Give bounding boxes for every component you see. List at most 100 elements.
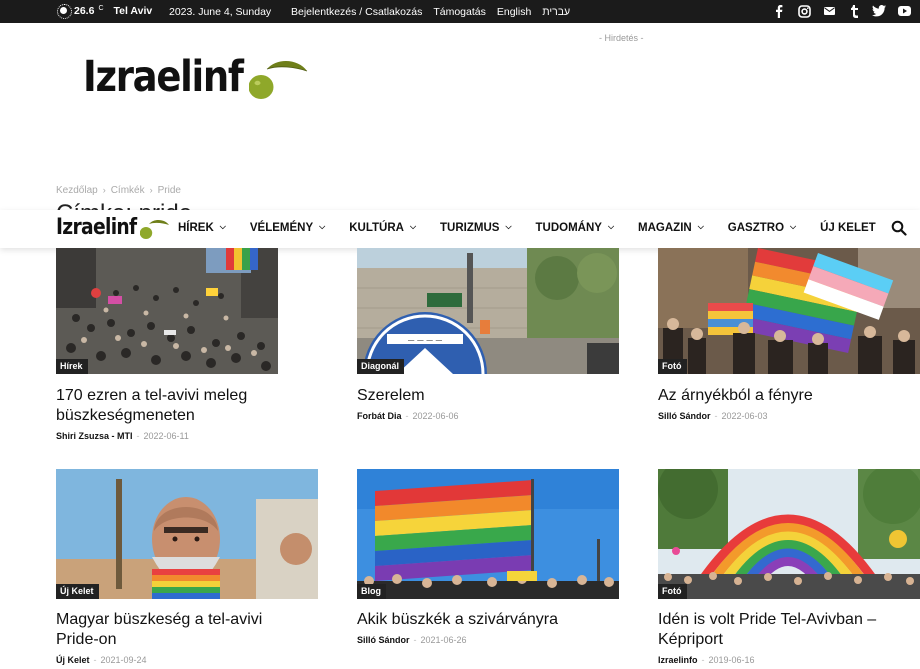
- nav-label: TURIZMUS: [440, 222, 500, 234]
- meta-separator: -: [701, 655, 705, 665]
- nav-label: MAGAZIN: [638, 222, 692, 234]
- logo-text: Izraelinf: [83, 52, 244, 102]
- breadcrumb-tags[interactable]: Címkék: [111, 185, 145, 196]
- weather-widget: 26.6 C Tel Aviv: [57, 4, 153, 19]
- facebook-icon[interactable]: [771, 3, 787, 19]
- english-link[interactable]: English: [497, 6, 531, 18]
- category-badge[interactable]: Diagonál: [357, 359, 405, 374]
- chevron-down-icon: ⌵: [319, 222, 326, 231]
- hebrew-link[interactable]: עברית: [542, 6, 570, 18]
- search-icon[interactable]: [891, 220, 907, 236]
- nav-item-hirek[interactable]: HÍREK ⌵: [178, 222, 226, 234]
- category-badge[interactable]: Hírek: [56, 359, 88, 374]
- nav-menu: HÍREK ⌵ VÉLEMÉNY ⌵ KULTÚRA ⌵ TURIZMUS ⌵ TUDO…: [178, 222, 900, 234]
- article-meta: Silló Sándor -2021-06-26: [357, 635, 467, 645]
- top-links: Bejelentkezés / Csatlakozás Támogatás En…: [291, 6, 570, 18]
- article-author[interactable]: Shiri Zsuzsa - MTI: [56, 431, 133, 441]
- nav-item-gasztro[interactable]: GASZTRO ⌵: [728, 222, 796, 234]
- weather-temperature: 26.6: [74, 4, 95, 17]
- nav-item-kultura[interactable]: KULTÚRA ⌵: [349, 222, 416, 234]
- article-author[interactable]: Silló Sándor: [357, 635, 410, 645]
- article-title[interactable]: Idén is volt Pride Tel-Avivban – Képripo…: [658, 610, 908, 650]
- category-badge[interactable]: Fotó: [658, 359, 687, 374]
- article-meta: Új Kelet -2021-09-24: [56, 655, 147, 665]
- article-date: 2021-09-24: [100, 655, 147, 665]
- article-author[interactable]: Silló Sándor: [658, 411, 711, 421]
- article-date: 2019-06-16: [708, 655, 755, 665]
- article-title[interactable]: Szerelem: [357, 386, 619, 406]
- nav-logo[interactable]: Izraelinf: [56, 215, 170, 240]
- tumblr-icon[interactable]: [846, 3, 862, 19]
- article-meta: Izraelinfo -2019-06-16: [658, 655, 755, 665]
- nav-label: KULTÚRA: [349, 222, 404, 234]
- article-author[interactable]: Új Kelet: [56, 655, 90, 665]
- article-thumbnail[interactable]: Blog: [357, 469, 619, 599]
- meta-separator: -: [714, 411, 718, 421]
- meta-separator: -: [413, 635, 417, 645]
- article-meta: Silló Sándor -2022-06-03: [658, 411, 768, 421]
- svg-text:— — — —: — — — —: [408, 336, 443, 344]
- twitter-icon[interactable]: [871, 3, 887, 19]
- nav-item-tudomany[interactable]: TUDOMÁNY ⌵: [536, 222, 615, 234]
- breadcrumb: Kezdőlap › Címkék › Pride: [56, 185, 181, 196]
- youtube-icon[interactable]: [896, 3, 912, 19]
- support-link[interactable]: Támogatás: [433, 6, 486, 18]
- meta-separator: -: [405, 411, 409, 421]
- article-thumbnail[interactable]: Fotó: [658, 469, 920, 599]
- nav-label: HÍREK: [178, 222, 214, 234]
- olive-logo-icon: [248, 60, 307, 99]
- chevron-down-icon: ⌵: [219, 222, 226, 231]
- nav-item-uj-kelet[interactable]: ÚJ KELET: [820, 222, 876, 234]
- weather-city: Tel Aviv: [113, 4, 153, 17]
- article-author[interactable]: Forbát Dia: [357, 411, 402, 421]
- nav-item-velemeny[interactable]: VÉLEMÉNY ⌵: [250, 222, 325, 234]
- article-meta: Forbát Dia -2022-06-06: [357, 411, 459, 421]
- breadcrumb-separator-icon: ›: [149, 185, 153, 195]
- chevron-down-icon: ⌵: [697, 222, 704, 231]
- article-thumbnail[interactable]: — — — — Diagonál: [357, 248, 619, 374]
- category-badge[interactable]: Új Kelet: [56, 584, 99, 599]
- ad-label: - Hirdetés -: [599, 33, 644, 43]
- breadcrumb-home[interactable]: Kezdőlap: [56, 185, 98, 196]
- chevron-down-icon: ⌵: [409, 222, 417, 231]
- meta-separator: -: [93, 655, 97, 665]
- meta-separator: -: [136, 431, 140, 441]
- olive-logo-icon: [139, 219, 169, 239]
- article-meta: Shiri Zsuzsa - MTI -2022-06-11: [56, 431, 189, 441]
- category-badge[interactable]: Blog: [357, 584, 386, 599]
- nav-label: VÉLEMÉNY: [249, 222, 314, 234]
- social-links: [771, 3, 912, 19]
- article-thumbnail[interactable]: Hírek: [56, 248, 278, 374]
- nav-logo-text: Izraelinf: [56, 215, 137, 240]
- article-date: 2021-06-26: [420, 635, 467, 645]
- nav-label: ÚJ KELET: [820, 222, 876, 234]
- top-bar: 26.6 C Tel Aviv 2023. June 4, Sunday Beje…: [0, 0, 920, 23]
- main-navigation: Izraelinf HÍREK ⌵ VÉLEMÉNY ⌵ KULTÚRA ⌵ TURI…: [0, 210, 920, 248]
- article-title[interactable]: Az árnyékból a fényre: [658, 386, 920, 406]
- category-badge[interactable]: Fotó: [658, 584, 687, 599]
- nav-label: TUDOMÁNY: [535, 222, 602, 234]
- chevron-down-icon: ⌵: [505, 222, 512, 231]
- nav-item-turizmus[interactable]: TURIZMUS ⌵: [440, 222, 512, 234]
- chevron-down-icon: ⌵: [790, 222, 797, 231]
- article-date: 2022-06-03: [721, 411, 768, 421]
- nav-label: GASZTRO: [727, 222, 785, 234]
- article-title[interactable]: Akik büszkék a szivárványra: [357, 610, 619, 630]
- article-title[interactable]: 170 ezren a tel-avivi meleg büszkeségmen…: [56, 386, 286, 426]
- nav-item-magazin[interactable]: MAGAZIN ⌵: [638, 222, 704, 234]
- current-date: 2023. June 4, Sunday: [169, 6, 272, 18]
- sun-icon: [57, 4, 72, 19]
- login-link[interactable]: Bejelentkezés / Csatlakozás: [291, 6, 422, 18]
- chevron-down-icon: ⌵: [607, 222, 615, 231]
- article-date: 2022-06-11: [143, 431, 189, 441]
- site-logo[interactable]: Izraelinf: [83, 52, 309, 102]
- article-author[interactable]: Izraelinfo: [658, 655, 698, 665]
- breadcrumb-separator-icon: ›: [102, 185, 106, 195]
- mail-icon[interactable]: [821, 3, 837, 19]
- article-thumbnail[interactable]: Fotó: [658, 248, 920, 374]
- article-thumbnail[interactable]: Új Kelet: [56, 469, 318, 599]
- instagram-icon[interactable]: [796, 3, 812, 19]
- article-title[interactable]: Magyar büszkeség a tel-avivi Pride-on: [56, 610, 306, 650]
- article-date: 2022-06-06: [412, 411, 459, 421]
- breadcrumb-current: Pride: [157, 185, 181, 196]
